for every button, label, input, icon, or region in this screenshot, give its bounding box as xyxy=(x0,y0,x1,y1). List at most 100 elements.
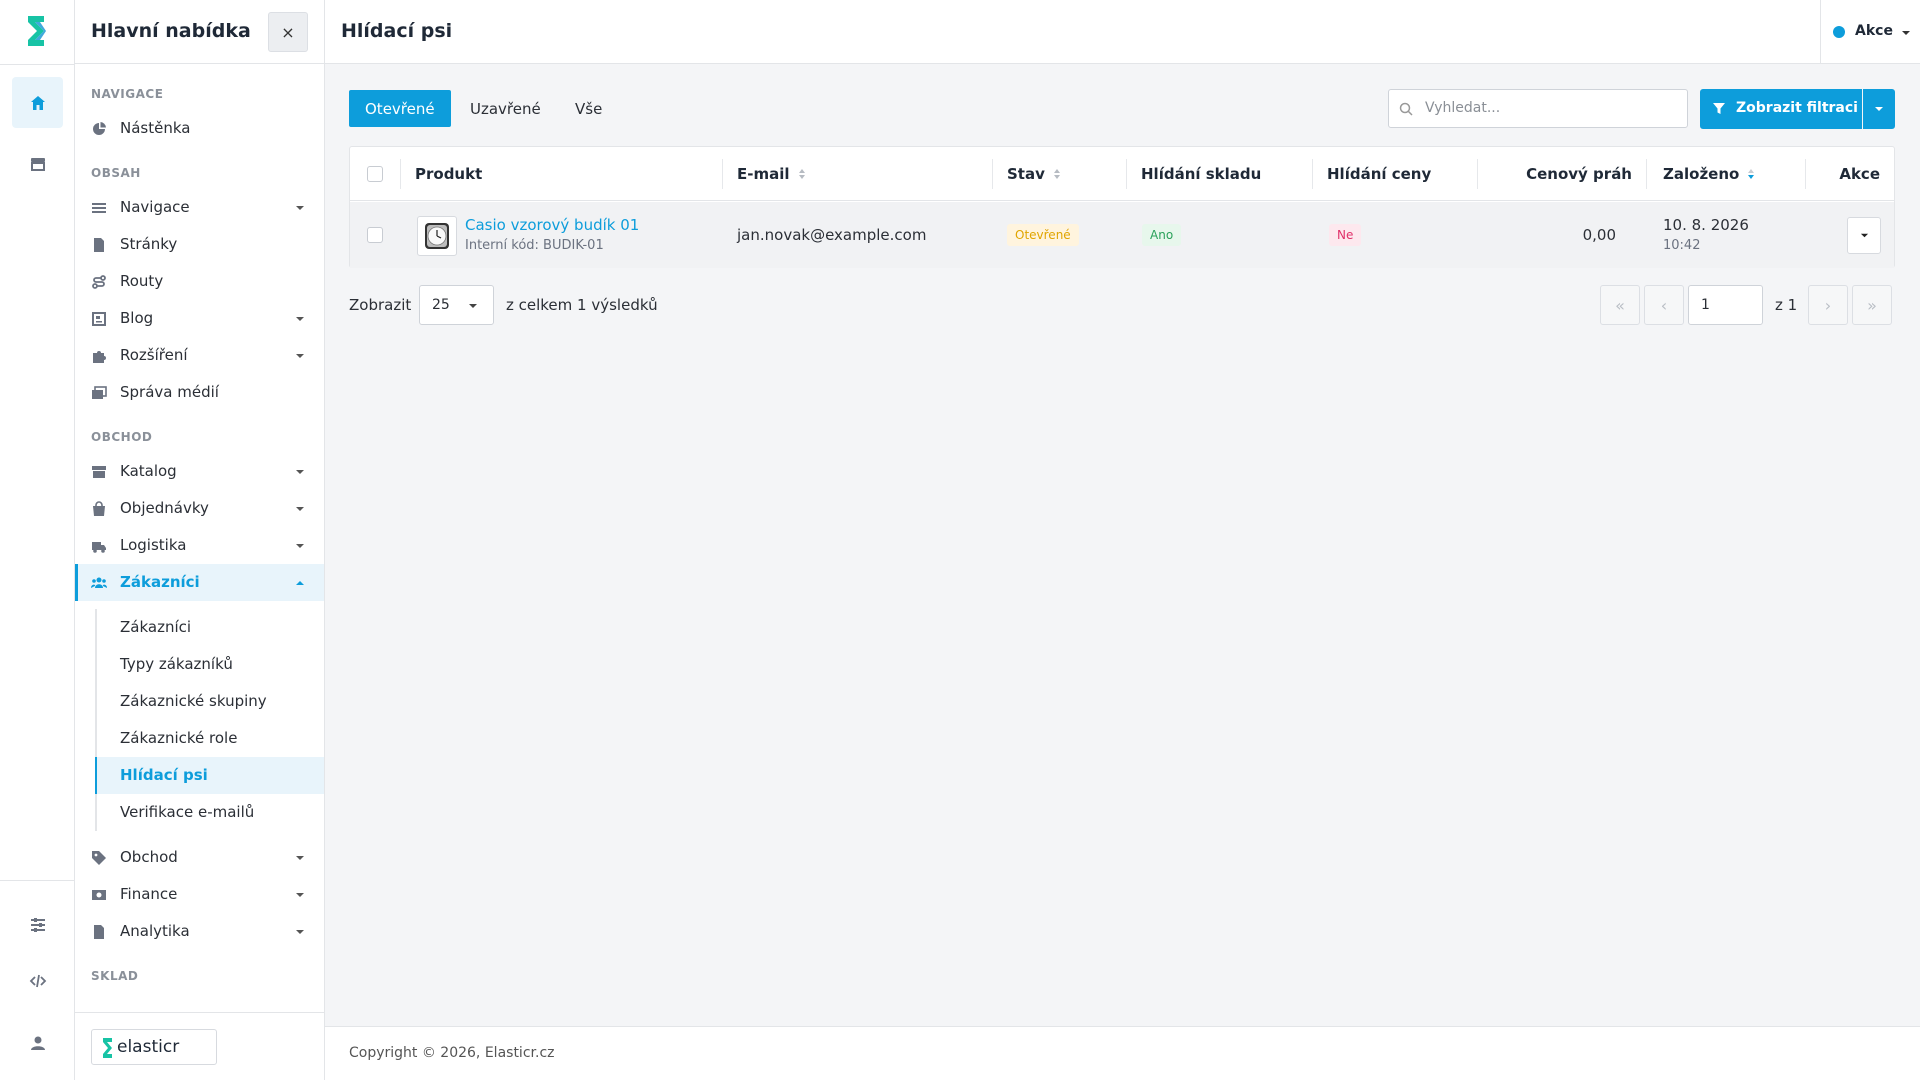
tab-uzavrene[interactable]: Uzavřené xyxy=(454,90,557,127)
column-produkt[interactable]: Produkt xyxy=(415,147,482,201)
table-header: Produkt E-mail Stav Hlídání skladu Hlídá… xyxy=(350,147,1894,201)
created-time: 10:42 xyxy=(1663,238,1701,253)
column-divider xyxy=(1126,159,1127,189)
chevron-down-icon xyxy=(1902,31,1910,35)
sidebar-item-sprava-medii[interactable]: Správa médií xyxy=(75,374,324,411)
status-badge: Otevřené xyxy=(1007,224,1079,246)
section-obsah: OBSAH xyxy=(91,166,141,180)
column-label: Založeno xyxy=(1663,165,1740,183)
top-header: Hlídací psi Akce xyxy=(325,0,1920,64)
rail-store-button[interactable] xyxy=(12,138,63,189)
sidebar-item-objednavky[interactable]: Objednávky xyxy=(75,490,324,527)
elasticr-logo-icon[interactable] xyxy=(22,13,52,49)
column-cenovy-prah[interactable]: Cenový práh xyxy=(1492,147,1632,201)
sidebar-item-label: Zákazníci xyxy=(120,573,200,591)
search-input[interactable]: Vyhledat... xyxy=(1388,89,1688,128)
column-stav[interactable]: Stav xyxy=(1007,147,1061,201)
show-filter-button[interactable]: Zobrazit filtraci xyxy=(1700,89,1862,129)
sidebar-subitem-label: Zákazníci xyxy=(120,618,192,636)
select-all-checkbox[interactable] xyxy=(367,166,383,182)
rail-settings-button[interactable] xyxy=(12,899,63,950)
page-number-input[interactable]: 1 xyxy=(1688,285,1763,325)
sidebar-item-nastenka[interactable]: Nástěnka xyxy=(75,110,324,147)
table-row[interactable]: Casio vzorový budík 01 Interní kód: BUDI… xyxy=(350,202,1894,268)
sidebar-item-analytika[interactable]: Analytika xyxy=(75,913,324,950)
sidebar-item-navigace[interactable]: Navigace xyxy=(75,189,324,226)
copyright-text: Copyright © 2026, Elasticr.cz xyxy=(349,1045,555,1061)
sidebar-item-routy[interactable]: Routy xyxy=(75,263,324,300)
chevron-down-icon xyxy=(296,354,304,358)
sidebar-subitem-hlidaci-psi[interactable]: Hlídací psi xyxy=(95,757,324,794)
sidebar-item-blog[interactable]: Blog xyxy=(75,300,324,337)
column-hlidani-ceny[interactable]: Hlídání ceny xyxy=(1327,147,1431,201)
rail-code-button[interactable] xyxy=(12,955,63,1006)
first-page-icon: « xyxy=(1615,295,1625,315)
chevron-down-icon xyxy=(1875,107,1883,111)
chevron-down-icon xyxy=(296,856,304,860)
route-icon xyxy=(92,275,106,289)
elasticr-logo-icon xyxy=(103,1038,112,1058)
row-checkbox[interactable] xyxy=(367,227,383,243)
column-label: Stav xyxy=(1007,165,1045,183)
brand-link[interactable]: elasticr xyxy=(91,1029,217,1065)
sidebar-subitem-zakaznici[interactable]: Zákazníci xyxy=(95,609,324,646)
rail-home-button[interactable] xyxy=(12,77,63,128)
first-page-button[interactable]: « xyxy=(1600,285,1640,325)
next-page-button[interactable]: › xyxy=(1808,285,1848,325)
sidebar-item-rozsireni[interactable]: Rozšíření xyxy=(75,337,324,374)
product-name-link[interactable]: Casio vzorový budík 01 xyxy=(465,216,639,234)
column-label: Cenový práh xyxy=(1526,165,1632,183)
page-number-value: 1 xyxy=(1701,297,1710,313)
column-email[interactable]: E-mail xyxy=(737,147,806,201)
code-icon xyxy=(29,974,46,987)
filter-dropdown-button[interactable] xyxy=(1863,89,1895,129)
report-icon xyxy=(94,925,104,939)
tab-otevrene[interactable]: Otevřené xyxy=(349,90,451,127)
row-actions-button[interactable] xyxy=(1847,217,1881,254)
last-page-button[interactable]: » xyxy=(1852,285,1892,325)
sliders-icon xyxy=(30,917,45,932)
truck-icon xyxy=(92,542,106,553)
sidebar-subitem-zakaznicke-skupiny[interactable]: Zákaznické skupiny xyxy=(95,683,324,720)
stock-watch-badge: Ano xyxy=(1142,224,1182,246)
next-page-icon: › xyxy=(1824,295,1832,315)
search-icon xyxy=(1399,102,1413,116)
column-divider xyxy=(1477,159,1478,189)
close-icon: × xyxy=(281,22,295,42)
sidebar-item-obchod[interactable]: Obchod xyxy=(75,839,324,876)
tab-label: Vše xyxy=(575,99,603,118)
sidebar-item-finance[interactable]: Finance xyxy=(75,876,324,913)
search-placeholder: Vyhledat... xyxy=(1425,100,1501,116)
sidebar-item-logistika[interactable]: Logistika xyxy=(75,527,324,564)
sort-desc-icon xyxy=(1748,169,1755,179)
header-actions-button[interactable]: Akce xyxy=(1820,0,1920,64)
sidebar-subitem-zakaznicke-role[interactable]: Zákaznické role xyxy=(95,720,324,757)
sidebar-subitem-verifikace-emailu[interactable]: Verifikace e-mailů xyxy=(95,794,324,831)
pager-total-label: z celkem 1 výsledků xyxy=(506,296,658,314)
sidebar-subitem-typy-zakazniku[interactable]: Typy zákazníků xyxy=(95,646,324,683)
sidebar-item-label: Logistika xyxy=(120,536,187,554)
rail-user-button[interactable] xyxy=(12,1017,63,1068)
sidebar-item-label: Objednávky xyxy=(120,499,209,517)
customer-email: jan.novak@example.com xyxy=(737,226,927,244)
sidebar-item-stranky[interactable]: Stránky xyxy=(75,226,324,263)
sidebar-subitem-label: Zákaznické skupiny xyxy=(120,692,267,710)
prev-page-button[interactable]: ‹ xyxy=(1644,285,1684,325)
tag-icon xyxy=(92,851,106,865)
product-code: Interní kód: BUDIK-01 xyxy=(465,238,604,253)
created-date: 10. 8. 2026 xyxy=(1663,216,1749,234)
alarm-clock-icon xyxy=(425,223,449,249)
sidebar-item-label: Nástěnka xyxy=(120,119,191,137)
tab-vse[interactable]: Vše xyxy=(559,90,618,127)
column-zalozeno[interactable]: Založeno xyxy=(1663,147,1755,201)
sidebar-close-button[interactable]: × xyxy=(268,12,308,52)
archive-icon xyxy=(92,466,106,478)
brand-name: elasticr xyxy=(117,1037,180,1057)
per-page-select[interactable]: 25 xyxy=(419,285,494,325)
column-label: Akce xyxy=(1839,165,1880,183)
sidebar-item-label: Katalog xyxy=(120,462,177,480)
column-hlidani-skladu[interactable]: Hlídání skladu xyxy=(1141,147,1261,201)
sidebar-item-katalog[interactable]: Katalog xyxy=(75,453,324,490)
sidebar-item-zakaznici[interactable]: Zákazníci xyxy=(75,564,324,601)
store-icon xyxy=(30,157,45,171)
